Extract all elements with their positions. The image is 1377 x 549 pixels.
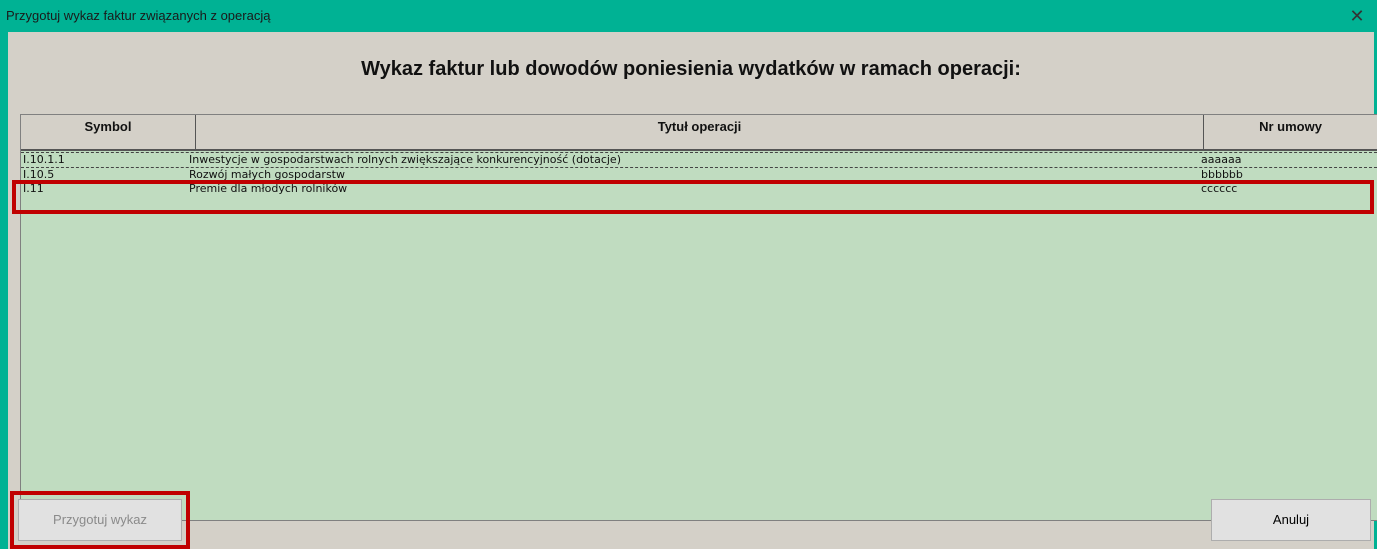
cell-title: Premie dla młodych rolników (189, 182, 348, 195)
cell-symbol: I.10.1.1 (23, 153, 65, 166)
column-header-title[interactable]: Tytuł operacji (196, 115, 1204, 149)
window-title: Przygotuj wykaz faktur związanych z oper… (6, 8, 271, 23)
cell-nr-umowy: aaaaaa (1201, 153, 1242, 166)
operations-list[interactable]: Symbol Tytuł operacji Nr umowy I.10.1.1 … (20, 114, 1377, 521)
close-icon[interactable]: ✕ (1337, 0, 1377, 32)
page-title: Wykaz faktur lub dowodów poniesienia wyd… (361, 58, 1021, 80)
table-row[interactable]: I.11 Premie dla młodych rolników cccccc (21, 182, 1377, 196)
cancel-button[interactable]: Anuluj (1211, 499, 1371, 541)
dialog-body: Wykaz faktur lub dowodów poniesienia wyd… (8, 32, 1377, 549)
cell-symbol: I.10.5 (23, 168, 55, 181)
prepare-list-button[interactable]: Przygotuj wykaz (18, 499, 182, 541)
window-frame-left (0, 32, 8, 549)
column-header-symbol[interactable]: Symbol (21, 115, 196, 149)
table-header: Symbol Tytuł operacji Nr umowy (21, 115, 1377, 151)
table-row[interactable]: I.10.5 Rozwój małych gospodarstw bbbbbb (21, 168, 1377, 182)
cell-nr-umowy: bbbbbb (1201, 168, 1243, 181)
table-row[interactable]: I.10.1.1 Inwestycje w gospodarstwach rol… (21, 152, 1377, 168)
cell-nr-umowy: cccccc (1201, 182, 1238, 195)
cell-title: Inwestycje w gospodarstwach rolnych zwię… (189, 153, 621, 166)
cell-symbol: I.11 (23, 182, 44, 195)
window-titlebar: Przygotuj wykaz faktur związanych z oper… (0, 0, 1377, 32)
column-header-nr-umowy[interactable]: Nr umowy (1204, 115, 1377, 149)
cell-title: Rozwój małych gospodarstw (189, 168, 345, 181)
